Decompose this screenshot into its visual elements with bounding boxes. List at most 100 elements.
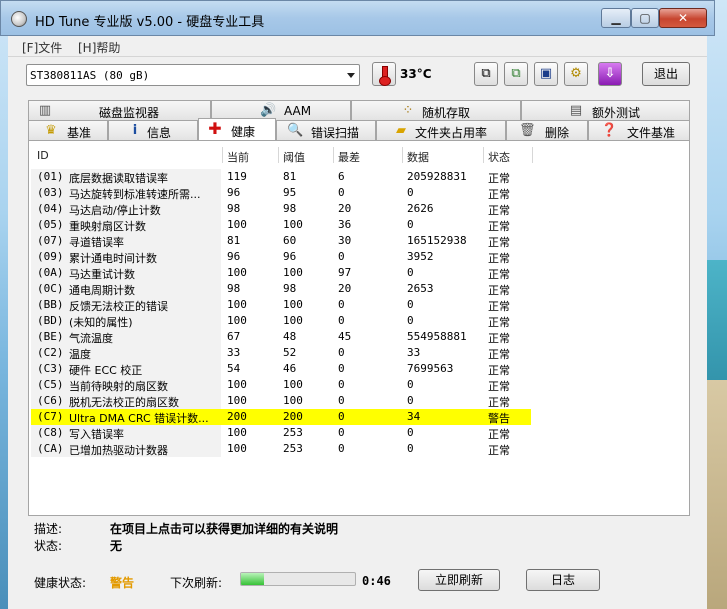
tab-aam[interactable]: 🔊 AAM bbox=[211, 100, 351, 120]
attribute-id: (09) bbox=[37, 250, 64, 263]
attribute-status: 正常 bbox=[488, 220, 510, 233]
tab-info[interactable]: i 信息 bbox=[108, 120, 198, 140]
refresh-progress-bar bbox=[240, 572, 356, 586]
attribute-data: 3952 bbox=[407, 250, 434, 263]
minimize-button[interactable]: ▁ bbox=[601, 8, 631, 28]
tab-benchmark[interactable]: ♛ 基准 bbox=[28, 120, 108, 140]
table-row[interactable]: (03) 马达旋转到标准转速所需... 96 95 0 0 正常 bbox=[31, 185, 531, 201]
table-row[interactable]: (04) 马达启动/停止计数 98 98 20 2626 正常 bbox=[31, 201, 531, 217]
menu-bar: [F]文件 [H]帮助 bbox=[8, 36, 707, 56]
attribute-id: (01) bbox=[37, 170, 64, 183]
attribute-worst: 97 bbox=[338, 266, 352, 279]
save-button[interactable]: ▣ bbox=[534, 62, 558, 86]
table-row[interactable]: (09) 累计通电时间计数 96 96 0 3952 正常 bbox=[31, 249, 531, 265]
description-label: 描述: bbox=[34, 522, 63, 536]
attribute-status: 正常 bbox=[488, 252, 510, 265]
column-header-worst[interactable]: 最差 bbox=[338, 149, 360, 165]
next-refresh-label: 下次刷新: bbox=[170, 576, 223, 590]
tab-extra-tests[interactable]: ▤ 额外测试 bbox=[521, 100, 690, 120]
options-button[interactable]: ⚙ bbox=[564, 62, 588, 86]
column-header-status[interactable]: 状态 bbox=[488, 149, 510, 165]
table-row[interactable]: (C6) 脱机无法校正的扇区数 100 100 0 0 正常 bbox=[31, 393, 531, 409]
table-row[interactable]: (05) 重映射扇区计数 100 100 36 0 正常 bbox=[31, 217, 531, 233]
table-row[interactable]: (C7) Ultra DMA CRC 错误计数... 200 200 0 34 警告 bbox=[31, 409, 531, 425]
attribute-threshold: 98 bbox=[283, 202, 297, 215]
column-header-current[interactable]: 当前 bbox=[227, 149, 249, 165]
state-label: 状态: bbox=[34, 539, 63, 553]
attribute-worst: 0 bbox=[338, 426, 345, 439]
attribute-id: (C3) bbox=[37, 362, 64, 375]
attribute-name: 反馈无法校正的错误 bbox=[69, 300, 168, 313]
close-button[interactable]: ✕ bbox=[659, 8, 707, 28]
options-icon: ⚙ bbox=[570, 66, 582, 81]
attribute-name: 温度 bbox=[69, 348, 91, 361]
table-row[interactable]: (C8) 写入错误率 100 253 0 0 正常 bbox=[31, 425, 531, 441]
column-header-data[interactable]: 数据 bbox=[407, 149, 429, 165]
attribute-threshold: 100 bbox=[283, 218, 303, 231]
copy-all-button[interactable]: ⧉ bbox=[504, 62, 528, 86]
tab-health[interactable]: ✚ 健康 bbox=[198, 118, 276, 140]
table-row[interactable]: (C3) 硬件 ECC 校正 54 46 0 7699563 正常 bbox=[31, 361, 531, 377]
health-status-label: 健康状态: bbox=[34, 576, 87, 590]
drive-select[interactable]: ST380811AS (80 gB) bbox=[26, 64, 360, 86]
table-row[interactable]: (C2) 温度 33 52 0 33 正常 bbox=[31, 345, 531, 361]
state-value: 无 bbox=[110, 539, 123, 553]
table-row[interactable]: (BE) 气流温度 67 48 45 554958881 正常 bbox=[31, 329, 531, 345]
tab-random-access[interactable]: ⁘ 随机存取 bbox=[351, 100, 521, 120]
download-icon: ⇩ bbox=[604, 66, 616, 81]
refresh-timer: 0:46 bbox=[362, 574, 391, 588]
table-row[interactable]: (0A) 马达重试计数 100 100 97 0 正常 bbox=[31, 265, 531, 281]
attribute-status: 正常 bbox=[488, 268, 510, 281]
table-header: ID 当前 阈值 最差 数据 状态 bbox=[29, 147, 689, 165]
table-row[interactable]: (01) 底层数据读取错误率 119 81 6 205928831 正常 bbox=[31, 169, 531, 185]
attribute-data: 0 bbox=[407, 426, 414, 439]
attribute-current: 100 bbox=[227, 394, 247, 407]
monitor-icon: ▥ bbox=[38, 103, 52, 118]
tab-erase[interactable]: 🗑 删除 bbox=[506, 120, 588, 140]
attribute-current: 33 bbox=[227, 346, 241, 359]
attribute-threshold: 96 bbox=[283, 250, 297, 263]
table-row[interactable]: (C5) 当前待映射的扇区数 100 100 0 0 正常 bbox=[31, 377, 531, 393]
tab-file-benchmark[interactable]: ❓ 文件基准 bbox=[588, 120, 690, 140]
attribute-current: 200 bbox=[227, 410, 247, 423]
attribute-current: 96 bbox=[227, 186, 241, 199]
tab-error-scan[interactable]: 🔍 错误扫描 bbox=[276, 120, 376, 140]
column-header-id[interactable]: ID bbox=[37, 149, 49, 162]
toolbar-divider bbox=[8, 56, 707, 57]
table-row[interactable]: (CA) 已增加热驱动计数器 100 253 0 0 正常 bbox=[31, 441, 531, 457]
attribute-worst: 0 bbox=[338, 362, 345, 375]
title-bar[interactable]: HD Tune 专业版 v5.00 - 硬盘专业工具 ▁ ▢ ✕ bbox=[0, 0, 715, 36]
table-row[interactable]: (BB) 反馈无法校正的错误 100 100 0 0 正常 bbox=[31, 297, 531, 313]
attribute-worst: 0 bbox=[338, 378, 345, 391]
erase-icon: 🗑 bbox=[519, 123, 536, 138]
attribute-data: 0 bbox=[407, 266, 414, 279]
attribute-status: 正常 bbox=[488, 364, 510, 377]
attribute-current: 96 bbox=[227, 250, 241, 263]
attribute-current: 100 bbox=[227, 266, 247, 279]
attribute-data: 7699563 bbox=[407, 362, 454, 375]
table-row[interactable]: (0C) 通电周期计数 98 98 20 2653 正常 bbox=[31, 281, 531, 297]
refresh-now-button[interactable]: 立即刷新 bbox=[418, 569, 500, 591]
column-header-threshold[interactable]: 阈值 bbox=[283, 149, 305, 165]
attribute-data: 33 bbox=[407, 346, 421, 359]
attribute-id: (07) bbox=[37, 234, 64, 247]
attribute-name: 重映射扇区计数 bbox=[69, 220, 146, 233]
table-row[interactable]: (07) 寻道错误率 81 60 30 165152938 正常 bbox=[31, 233, 531, 249]
table-row[interactable]: (BD) (未知的属性) 100 100 0 0 正常 bbox=[31, 313, 531, 329]
health-status-value: 警告 bbox=[110, 576, 135, 590]
tab-disk-monitor[interactable]: ▥ 磁盘监视器 bbox=[28, 100, 211, 120]
health-icon: ✚ bbox=[208, 119, 222, 138]
log-button[interactable]: 日志 bbox=[526, 569, 600, 591]
tab-folder-usage[interactable]: ▰ 文件夹占用率 bbox=[376, 120, 506, 140]
attribute-id: (C5) bbox=[37, 378, 64, 391]
exit-button[interactable]: 退出 bbox=[642, 62, 690, 86]
menu-help[interactable]: [H]帮助 bbox=[78, 39, 120, 56]
download-button[interactable]: ⇩ bbox=[598, 62, 622, 86]
attribute-worst: 0 bbox=[338, 186, 345, 199]
attribute-data: 0 bbox=[407, 186, 414, 199]
menu-file[interactable]: [F]文件 bbox=[22, 39, 62, 56]
copy-button[interactable]: ⧉ bbox=[474, 62, 498, 86]
attribute-id: (C8) bbox=[37, 426, 64, 439]
description-value: 在项目上点击可以获得更加详细的有关说明 bbox=[110, 522, 339, 536]
maximize-button[interactable]: ▢ bbox=[631, 8, 659, 28]
